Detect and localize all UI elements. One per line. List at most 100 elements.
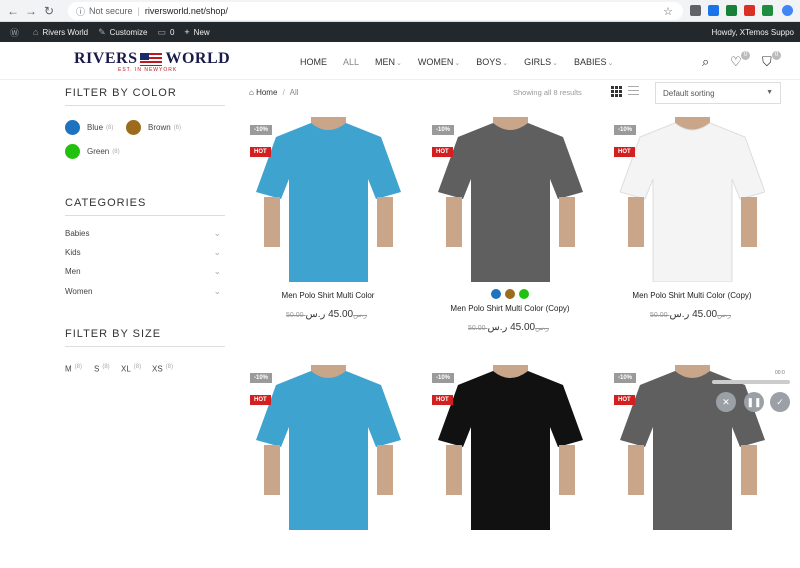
nav-girls[interactable]: GIRLS: [524, 57, 558, 67]
category-kids[interactable]: Kids ⌄: [65, 247, 225, 258]
chevron-down-icon[interactable]: ⌄: [213, 247, 221, 258]
not-secure-label: Not secure: [89, 6, 133, 16]
size-filter-xs[interactable]: XS (8): [152, 364, 173, 374]
category-women[interactable]: Women ⌄: [65, 286, 225, 297]
hot-badge: HOT: [614, 147, 635, 157]
extension-icon[interactable]: [762, 5, 773, 16]
chevron-down-icon[interactable]: ⌄: [213, 266, 221, 277]
size-filter-m[interactable]: M (8): [65, 364, 82, 374]
sale-badge: -10%: [614, 125, 637, 135]
video-progress-bar[interactable]: [712, 380, 790, 384]
extension-icon[interactable]: [744, 5, 755, 16]
extension-icon[interactable]: [726, 5, 737, 16]
cart-count-badge: 0: [772, 51, 781, 60]
category-men[interactable]: Men ⌄: [65, 266, 225, 277]
color-filter-brown[interactable]: Brown (6): [126, 120, 181, 135]
wordpress-logo-icon[interactable]: Ⓦ: [10, 26, 23, 39]
site-name-link[interactable]: ⌂ Rivers World: [33, 27, 88, 37]
pause-icon[interactable]: ❚❚: [744, 392, 764, 412]
product-image[interactable]: -10% HOT: [248, 365, 408, 530]
forward-icon[interactable]: →: [22, 4, 40, 18]
tshirt-image: [620, 365, 765, 530]
comment-icon: ▭: [157, 26, 166, 37]
wp-admin-bar: Ⓦ ⌂ Rivers World ✎ Customize ▭ 0 + New Howdy…: [0, 22, 800, 42]
product-image[interactable]: -10% HOT: [430, 365, 590, 530]
nav-men[interactable]: MEN: [375, 57, 402, 67]
hot-badge: HOT: [432, 147, 453, 157]
reload-icon[interactable]: ↻: [40, 4, 58, 18]
nav-babies[interactable]: BABIES: [574, 57, 613, 67]
divider: [65, 215, 225, 216]
cart-icon[interactable]: ⛉: [762, 54, 772, 70]
site-logo[interactable]: RIVERS WORLD: [74, 50, 230, 68]
howdy-account[interactable]: Howdy, XTemos Suppo: [711, 28, 794, 37]
home-icon: ⌂: [249, 88, 254, 97]
home-icon: ⌂: [33, 27, 39, 37]
color-swatch[interactable]: [505, 289, 515, 299]
profile-avatar[interactable]: [782, 5, 793, 16]
address-bar[interactable]: ⓘ Not secure | riversworld.net/shop/ ☆: [68, 2, 683, 20]
color-filter-green[interactable]: Green (8): [65, 144, 120, 159]
close-icon[interactable]: ✕: [716, 392, 736, 412]
categories-title: CATEGORIES: [65, 197, 147, 209]
color-filter-blue[interactable]: Blue (8): [65, 120, 113, 135]
tshirt-image: [256, 117, 401, 282]
list-view-icon[interactable]: [628, 86, 639, 97]
back-icon[interactable]: ←: [4, 4, 22, 18]
product-image[interactable]: -10% HOT: [430, 117, 590, 282]
chevron-down-icon[interactable]: ⌄: [213, 228, 221, 239]
caret-down-icon: ▼: [766, 89, 773, 96]
product-image[interactable]: -10% HOT: [612, 365, 772, 530]
breadcrumb-current: All: [289, 88, 299, 97]
bookmark-star-icon[interactable]: ☆: [663, 5, 673, 18]
filter-color-title: FILTER BY COLOR: [65, 87, 177, 99]
site-header: RIVERS WORLD EST. IN NEWYORK HOME ALL ME…: [0, 42, 800, 80]
nav-boys[interactable]: BOYS: [476, 57, 508, 67]
sale-badge: -10%: [250, 125, 273, 135]
category-babies[interactable]: Babies ⌄: [65, 228, 225, 239]
sale-badge: -10%: [250, 373, 273, 383]
product-title[interactable]: Men Polo Shirt Multi Color: [248, 291, 408, 300]
product-image[interactable]: -10% HOT: [248, 117, 408, 282]
sort-select[interactable]: Default sorting ▼: [655, 82, 781, 104]
browser-toolbar: ← → ↻ ⓘ Not secure | riversworld.net/sho…: [0, 0, 800, 22]
check-icon[interactable]: ✓: [770, 392, 790, 412]
product-title[interactable]: Men Polo Shirt Multi Color (Copy): [430, 304, 590, 313]
chevron-down-icon[interactable]: ⌄: [213, 286, 221, 297]
sale-badge: -10%: [432, 373, 455, 383]
product-price: 50.00 ر.س45.00 ر.س: [430, 322, 590, 333]
comments-link[interactable]: ▭ 0: [157, 27, 174, 38]
breadcrumb: ⌂ Home / All: [249, 88, 299, 97]
color-swatch[interactable]: [491, 289, 501, 299]
size-filter-xl[interactable]: XL (8): [121, 364, 141, 374]
hot-badge: HOT: [614, 395, 635, 405]
logo-tagline: EST. IN NEWYORK: [118, 67, 178, 73]
nav-home[interactable]: HOME: [300, 57, 327, 67]
search-icon[interactable]: ⌕: [702, 54, 709, 70]
product-title[interactable]: Men Polo Shirt Multi Color (Copy): [612, 291, 772, 300]
color-dot: [65, 144, 80, 159]
product-price: 50.00 ر.س45.00 ر.س: [248, 309, 408, 320]
breadcrumb-home[interactable]: Home: [256, 88, 277, 97]
extension-icon[interactable]: [690, 5, 701, 16]
extension-icon[interactable]: [708, 5, 719, 16]
product-price: [248, 557, 408, 568]
main-navigation: HOME ALL MEN WOMEN BOYS GIRLS BABIES: [300, 57, 629, 67]
grid-view-icon[interactable]: [611, 86, 622, 97]
tshirt-image: [438, 117, 583, 282]
nav-women[interactable]: WOMEN: [418, 57, 460, 67]
new-link[interactable]: + New: [184, 27, 209, 37]
color-dot: [65, 120, 80, 135]
product-image[interactable]: -10% HOT: [612, 117, 772, 282]
divider: [65, 346, 225, 347]
hot-badge: HOT: [250, 395, 271, 405]
sale-badge: -10%: [614, 373, 637, 383]
sale-price: 45.00 ر.س: [305, 309, 354, 320]
color-swatch[interactable]: [519, 289, 529, 299]
wishlist-heart-icon[interactable]: ♡: [730, 54, 742, 70]
customize-link[interactable]: ✎ Customize: [98, 27, 147, 38]
info-icon[interactable]: ⓘ: [76, 5, 85, 18]
tshirt-image: [256, 365, 401, 530]
size-filter-s[interactable]: S (8): [94, 364, 110, 374]
nav-all[interactable]: ALL: [343, 57, 359, 67]
